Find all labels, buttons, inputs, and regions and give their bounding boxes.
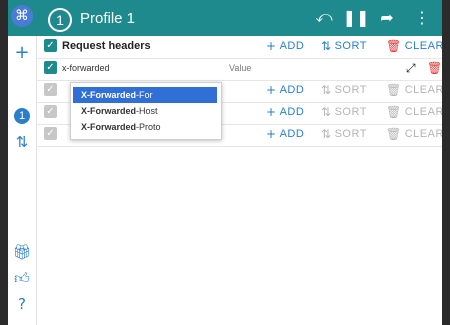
- sort-icon: ⇅: [321, 83, 332, 97]
- add-button[interactable]: + ADD: [266, 83, 304, 97]
- autocomplete-option[interactable]: X-Forwarded-Host: [73, 103, 217, 119]
- top-bar: ⌘ 1 Profile 1 ⤺ ❚❚ ➦ ⋮: [8, 0, 442, 36]
- trash-icon: 🗑︎: [386, 39, 402, 53]
- sidebar-profile-1[interactable]: 1: [14, 108, 30, 124]
- header-enabled-checkbox[interactable]: ✓: [44, 61, 57, 74]
- sort-button[interactable]: ⇅ SORT: [321, 105, 367, 119]
- plus-icon: +: [266, 127, 277, 141]
- section-header-row: ✓ Request headers + ADD ⇅ SORT 🗑︎ CLEAR: [36, 36, 442, 59]
- add-button[interactable]: + ADD: [266, 127, 304, 141]
- row-checkbox[interactable]: ✓: [44, 105, 57, 118]
- autocomplete-dropdown: X-Forwarded-For X-Forwarded-Host X-Forwa…: [70, 82, 222, 140]
- delete-icon[interactable]: 🗑︎: [427, 61, 442, 75]
- row-checkbox[interactable]: ✓: [44, 127, 57, 140]
- header-value-input[interactable]: Value: [229, 63, 251, 73]
- sort-button[interactable]: ⇅ SORT: [321, 127, 367, 141]
- sort-icon: ⇅: [321, 39, 332, 53]
- add-button[interactable]: + ADD: [266, 39, 304, 53]
- sort-icon: ⇅: [321, 105, 332, 119]
- thumbs-up-icon[interactable]: 👍︎: [12, 268, 32, 288]
- trash-icon: 🗑︎: [386, 83, 402, 97]
- plus-icon: +: [266, 83, 277, 97]
- app-window: ⌘ 1 Profile 1 ⤺ ❚❚ ➦ ⋮ + 1 ⇅ 🎁︎ 👍︎ ? ✓ R…: [8, 0, 442, 325]
- trash-icon: 🗑︎: [386, 127, 402, 141]
- sort-button[interactable]: ⇅ SORT: [321, 39, 367, 53]
- clear-button[interactable]: 🗑︎ CLEAR: [386, 105, 442, 119]
- more-icon[interactable]: ⋮: [411, 6, 433, 28]
- clear-button[interactable]: 🗑︎ CLEAR: [386, 127, 442, 141]
- undo-icon[interactable]: ⤺: [313, 6, 335, 28]
- plus-icon: +: [266, 39, 277, 53]
- plus-icon[interactable]: +: [12, 42, 32, 63]
- gift-icon[interactable]: 🎁︎: [12, 242, 32, 262]
- autocomplete-option[interactable]: X-Forwarded-For: [73, 87, 217, 103]
- plus-icon: +: [266, 105, 277, 119]
- pause-icon[interactable]: ❚❚: [343, 6, 370, 28]
- trash-icon: 🗑︎: [386, 105, 402, 119]
- share-icon[interactable]: ➦: [376, 6, 398, 28]
- clear-button[interactable]: 🗑︎ CLEAR: [386, 83, 442, 97]
- autocomplete-option[interactable]: X-Forwarded-Proto: [73, 119, 217, 135]
- app-logo-icon[interactable]: ⌘: [11, 5, 33, 27]
- help-icon[interactable]: ?: [12, 294, 32, 314]
- row-checkbox[interactable]: ✓: [44, 83, 57, 96]
- header-name-input[interactable]: x-forwarded: [62, 63, 110, 73]
- expand-icon[interactable]: ⤢: [406, 61, 416, 76]
- section-title: Request headers: [62, 40, 151, 52]
- header-row: ✓ x-forwarded Value ⤢ 🗑︎: [36, 58, 442, 81]
- sort-icon: ⇅: [321, 127, 332, 141]
- clear-button[interactable]: 🗑︎ CLEAR: [386, 39, 442, 53]
- sidebar: + 1 ⇅ 🎁︎ 👍︎ ?: [8, 36, 37, 325]
- profile-title: Profile 1: [80, 10, 136, 27]
- sort-icon[interactable]: ⇅: [12, 132, 32, 152]
- add-button[interactable]: + ADD: [266, 105, 304, 119]
- section-checkbox[interactable]: ✓: [44, 39, 57, 52]
- sort-button[interactable]: ⇅ SORT: [321, 83, 367, 97]
- profile-number-badge: 1: [48, 8, 72, 32]
